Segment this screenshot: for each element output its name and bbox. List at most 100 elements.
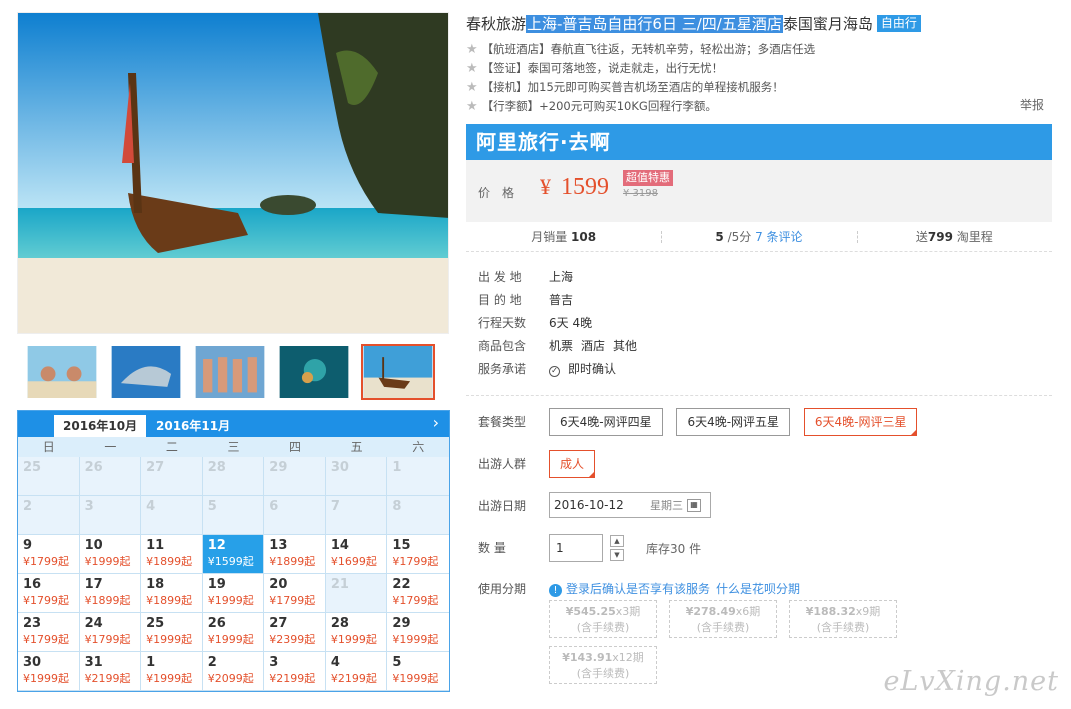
weekday-label: 日 — [42, 440, 55, 454]
next-month-icon[interactable]: › — [433, 413, 439, 432]
day-price: ¥1899起 — [269, 555, 316, 568]
price-label: 价格 — [478, 186, 527, 200]
login-link[interactable]: 登录后确认是否享有该服务 — [566, 582, 710, 596]
product-title: 春秋旅游上海-普吉岛自由行6日 三/四/五星酒店泰国蜜月海岛 自由行 — [466, 12, 1054, 36]
day-price: ¥2399起 — [269, 633, 316, 646]
day-price: ¥1799起 — [269, 594, 316, 607]
price-row: 价格 ¥ 1599 超值特惠 ¥ 3198 — [478, 170, 674, 201]
calendar-day-selected[interactable]: 12 ¥1599起 — [202, 535, 265, 574]
thumbnail-1[interactable] — [25, 344, 99, 400]
calendar-day[interactable]: 17 ¥1899起 — [79, 574, 142, 613]
thumbnail-4[interactable] — [277, 344, 351, 400]
calendar-day[interactable]: 16 ¥1799起 — [18, 574, 80, 613]
package-option-4star[interactable]: 6天4晚-网评四星 — [549, 408, 663, 436]
quantity-row: 数 量 1 ▲ ▼ 库存30 件 — [478, 534, 1054, 576]
day-price: ¥1899起 — [146, 594, 193, 607]
report-link[interactable]: 举报 — [1020, 96, 1044, 113]
tab-month-november[interactable]: 2016年11月 — [147, 415, 239, 437]
installment-option[interactable]: ¥545.25x3期 (含手续费) — [549, 600, 657, 638]
calendar-day[interactable]: 20 ¥1799起 — [264, 574, 326, 613]
calendar-day[interactable]: 30 ¥1999起 — [18, 652, 80, 691]
increase-icon[interactable]: ▲ — [610, 535, 624, 547]
calendar-day[interactable]: 2 ¥2099起 — [202, 652, 265, 691]
day-number: 8 — [392, 499, 402, 514]
day-number: 4 — [330, 655, 340, 670]
calendar-day[interactable]: 5 ¥1999起 — [387, 652, 449, 691]
reviews-link[interactable]: 7 条评论 — [755, 230, 802, 244]
day-number: 30 — [330, 460, 349, 475]
calendar-day[interactable]: 24 ¥1799起 — [79, 613, 142, 652]
installment-option[interactable]: ¥143.91x12期 (含手续费) — [549, 646, 657, 684]
day-number: 1 — [392, 460, 402, 475]
calendar-day[interactable]: 29 ¥1999起 — [387, 613, 449, 652]
calendar-day[interactable]: 19 ¥1999起 — [202, 574, 265, 613]
day-price: ¥1999起 — [330, 633, 377, 646]
calendar-day[interactable]: 4 ¥2199起 — [325, 652, 388, 691]
calendar-day[interactable]: 28 ¥1999起 — [325, 613, 388, 652]
calendar-day[interactable]: 3 ¥2199起 — [264, 652, 326, 691]
day-number: 14 — [330, 538, 349, 553]
calendar-day[interactable]: 18 ¥1899起 — [141, 574, 203, 613]
current-price: 1599 — [561, 174, 610, 200]
day-number: 28 — [207, 460, 226, 475]
date-price-calendar: 2016年10月 2016年11月 › 日一二三四五六 25 26 27 28 29 30… — [17, 410, 450, 692]
calendar-day[interactable]: 31 ¥2199起 — [79, 652, 142, 691]
calendar-day[interactable]: 13 ¥1899起 — [264, 535, 326, 574]
thumbnail-2[interactable] — [109, 344, 183, 400]
day-price: ¥1999起 — [23, 672, 69, 685]
traveler-adult[interactable]: 成人 — [549, 450, 596, 478]
thumbnail-3[interactable] — [193, 344, 267, 400]
calendar-day: 8 — [387, 496, 449, 535]
calendar-day[interactable]: 23 ¥1799起 — [18, 613, 80, 652]
star-icon: ★ — [466, 42, 478, 57]
calendar-day[interactable]: 11 ¥1899起 — [141, 535, 203, 574]
monthly-sales: 月销量 108 — [531, 230, 597, 244]
calendar-day[interactable]: 15 ¥1799起 — [387, 535, 449, 574]
day-price: ¥2199起 — [269, 672, 316, 685]
calendar-day: 29 — [264, 457, 326, 496]
day-number: 26 — [84, 460, 103, 475]
calendar-day[interactable]: 1 ¥1999起 — [141, 652, 203, 691]
day-number: 28 — [330, 616, 349, 631]
day-number: 3 — [269, 655, 279, 670]
calendar-day[interactable]: 22 ¥1799起 — [387, 574, 449, 613]
huabei-help-link[interactable]: 什么是花呗分期 — [716, 582, 800, 596]
day-number: 10 — [84, 538, 103, 553]
thumbnail-strip — [17, 344, 449, 400]
day-number: 30 — [23, 655, 42, 670]
calendar-day: 21 — [325, 574, 388, 613]
calendar-day[interactable]: 27 ¥2399起 — [264, 613, 326, 652]
deal-badge: 超值特惠 — [623, 170, 674, 186]
installment-option[interactable]: ¥278.49x6期 (含手续费) — [669, 600, 777, 638]
day-number: 2 — [207, 655, 217, 670]
feature-item: ★ 【签证】泰国可落地签，说走就走，出行无忧！ — [466, 61, 724, 76]
day-number: 5 — [207, 499, 217, 514]
calendar-day[interactable]: 9 ¥1799起 — [18, 535, 80, 574]
date-row: 出游日期 2016-10-12 星期三 ▦ — [478, 492, 1054, 534]
calendar-day[interactable]: 25 ¥1999起 — [141, 613, 203, 652]
quantity-input[interactable]: 1 — [549, 534, 603, 562]
calendar-day: 1 — [387, 457, 449, 496]
installment-option[interactable]: ¥188.32x9期 (含手续费) — [789, 600, 897, 638]
thumbnail-5[interactable] — [361, 344, 435, 400]
calendar-day: 30 — [325, 457, 388, 496]
decrease-icon[interactable]: ▼ — [610, 549, 624, 561]
day-number: 19 — [207, 577, 226, 592]
product-detail: 春秋旅游上海-普吉岛自由行6日 三/四/五星酒店泰国蜜月海岛 自由行 ★ 【航班酒店… — [466, 12, 1054, 684]
info-duration: 行程天数 6天 4晚 — [478, 316, 593, 330]
info-departure: 出 发 地上海 — [478, 270, 574, 284]
package-option-3star[interactable]: 6天4晚-网评三星 — [803, 408, 918, 436]
date-picker[interactable]: 2016-10-12 星期三 ▦ — [549, 492, 711, 518]
title-suffix: 泰国蜜月海岛 — [782, 15, 873, 33]
package-option-5star[interactable]: 6天4晚-网评五星 — [676, 408, 791, 436]
tab-month-october[interactable]: 2016年10月 — [54, 415, 147, 437]
calendar-day[interactable]: 26 ¥1999起 — [202, 613, 265, 652]
feature-list: ★ 【航班酒店】春航直飞往返，无转机辛劳，轻松出游；多酒店任选 ★ 【签证】泰国可落… — [466, 40, 1054, 116]
day-number: 29 — [392, 616, 411, 631]
day-price: ¥2199起 — [330, 672, 377, 685]
calendar-day[interactable]: 14 ¥1699起 — [325, 535, 388, 574]
day-number: 16 — [23, 577, 42, 592]
calendar-day[interactable]: 10 ¥1999起 — [79, 535, 142, 574]
calendar-weekdays: 日一二三四五六 — [18, 437, 449, 457]
free-travel-tag: 自由行 — [876, 15, 921, 32]
